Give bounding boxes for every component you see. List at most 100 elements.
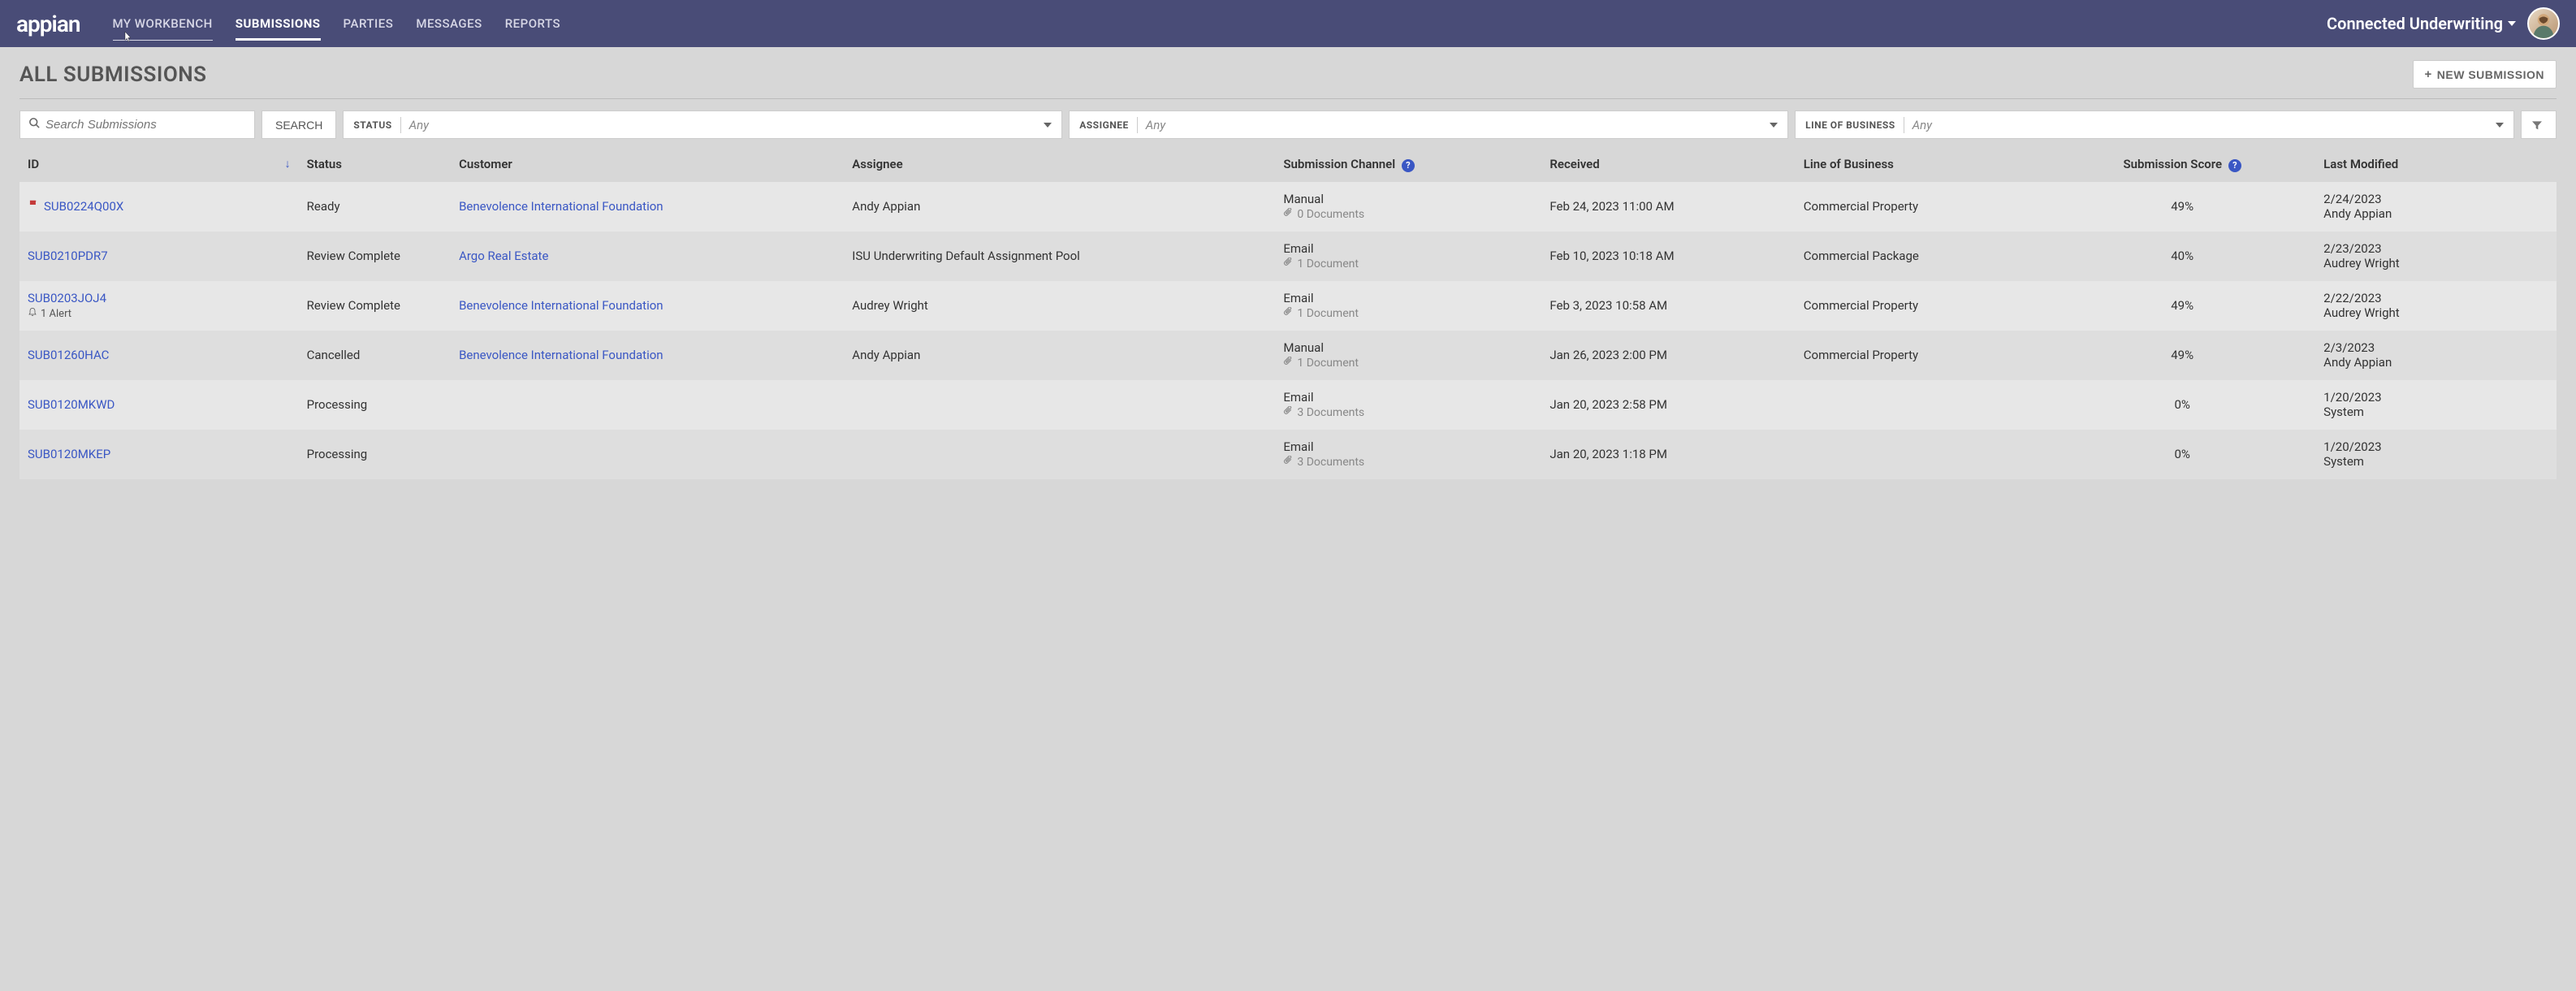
app-title-dropdown[interactable]: Connected Underwriting [2327, 14, 2516, 33]
channel-value: Email [1283, 439, 1533, 454]
search-input[interactable] [41, 111, 246, 138]
logo: appian [16, 11, 80, 37]
col-modified[interactable]: Last Modified [2315, 147, 2557, 182]
lob-cell [1796, 430, 2049, 479]
score-cell: 40% [2049, 232, 2315, 281]
col-assignee[interactable]: Assignee [844, 147, 1275, 182]
col-customer[interactable]: Customer [451, 147, 844, 182]
table-row: SUB0210PDR7Review CompleteArgo Real Esta… [19, 232, 2557, 281]
documents-meta: 1 Document [1283, 307, 1533, 321]
assignee-cell: Audrey Wright [844, 281, 1275, 331]
status-cell: Cancelled [299, 331, 451, 380]
help-icon[interactable]: ? [2228, 159, 2241, 172]
col-channel-label: Submission Channel [1283, 157, 1395, 171]
filter-status[interactable]: STATUS Any [343, 110, 1062, 139]
filter-lob-label: LINE OF BUSINESS [1805, 119, 1895, 131]
col-channel[interactable]: Submission Channel ? [1275, 147, 1541, 182]
main-nav: MY WORKBENCH SUBMISSIONS PARTIES MESSAGE… [113, 0, 561, 47]
filter-bar: SEARCH STATUS Any ASSIGNEE Any LINE OF B… [0, 99, 2576, 147]
nav-my-workbench[interactable]: MY WORKBENCH [113, 0, 213, 47]
bell-icon [28, 307, 37, 320]
documents-meta: 0 Documents [1283, 208, 1533, 222]
paperclip-icon [1283, 406, 1294, 420]
table-row: SUB0120MKEPProcessingEmail3 DocumentsJan… [19, 430, 2557, 479]
submission-id-link[interactable]: SUB0120MKWD [28, 397, 115, 412]
lob-cell [1796, 380, 2049, 430]
paperclip-icon [1283, 456, 1294, 470]
customer-link[interactable]: Benevolence International Foundation [459, 298, 663, 313]
submission-id-link[interactable]: SUB0203JOJ4 [28, 291, 106, 305]
customer-link[interactable]: Benevolence International Foundation [459, 348, 663, 362]
received-cell: Jan 20, 2023 1:18 PM [1541, 430, 1795, 479]
app-title-text: Connected Underwriting [2327, 14, 2503, 33]
lob-cell: Commercial Package [1796, 232, 2049, 281]
col-score[interactable]: Submission Score ? [2049, 147, 2315, 182]
status-cell: Review Complete [299, 281, 451, 331]
flag-icon [28, 199, 39, 214]
col-status[interactable]: Status [299, 147, 451, 182]
channel-value: Manual [1283, 192, 1533, 206]
filter-status-label: STATUS [353, 119, 391, 131]
col-received[interactable]: Received [1541, 147, 1795, 182]
score-cell: 49% [2049, 182, 2315, 232]
new-submission-button[interactable]: + NEW SUBMISSION [2413, 60, 2557, 89]
new-submission-label: NEW SUBMISSION [2437, 68, 2544, 81]
documents-meta: 3 Documents [1283, 456, 1533, 470]
received-cell: Feb 24, 2023 11:00 AM [1541, 182, 1795, 232]
avatar[interactable] [2527, 7, 2560, 40]
filter-assignee[interactable]: ASSIGNEE Any [1069, 110, 1788, 139]
filter-status-value: Any [409, 118, 429, 132]
score-cell: 0% [2049, 380, 2315, 430]
sort-down-icon: ↓ [285, 157, 291, 171]
filter-lob[interactable]: LINE OF BUSINESS Any [1795, 110, 2514, 139]
channel-value: Manual [1283, 340, 1533, 355]
channel-value: Email [1283, 390, 1533, 405]
paperclip-icon [1283, 307, 1294, 321]
nav-submissions[interactable]: SUBMISSIONS [236, 0, 321, 47]
submissions-table: ID ↓ Status Customer Assignee Submission … [19, 147, 2557, 479]
table-row: SUB01260HAC Cancelled Benevolence Internat… [19, 331, 2557, 380]
divider [1137, 117, 1138, 133]
documents-meta: 1 Document [1283, 257, 1533, 271]
filter-more-button[interactable] [2521, 110, 2557, 139]
search-button[interactable]: SEARCH [261, 110, 336, 139]
alert-badge: 1 Alert [28, 307, 291, 320]
page-title: ALL SUBMISSIONS [19, 63, 207, 87]
channel-value: Email [1283, 241, 1533, 256]
documents-meta: 3 Documents [1283, 406, 1533, 420]
table-header-row: ID ↓ Status Customer Assignee Submission … [19, 147, 2557, 182]
received-cell: Jan 20, 2023 2:58 PM [1541, 380, 1795, 430]
modified-cell: 2/22/2023Audrey Wright [2315, 281, 2557, 331]
documents-meta: 1 Document [1283, 357, 1533, 370]
col-lob[interactable]: Line of Business [1796, 147, 2049, 182]
nav-parties[interactable]: PARTIES [344, 0, 394, 47]
lob-cell: Commercial Property [1796, 331, 2049, 380]
received-cell: Feb 10, 2023 10:18 AM [1541, 232, 1795, 281]
score-cell: 0% [2049, 430, 2315, 479]
help-icon[interactable]: ? [1402, 159, 1415, 172]
customer-link[interactable]: Argo Real Estate [459, 249, 548, 263]
score-cell: 49% [2049, 331, 2315, 380]
col-score-label: Submission Score [2123, 157, 2222, 171]
modified-cell: 2/3/2023Andy Appian [2315, 331, 2557, 380]
filter-lob-value: Any [1913, 118, 1932, 132]
submissions-table-wrap: ID ↓ Status Customer Assignee Submission … [0, 147, 2576, 479]
submission-id-link[interactable]: SUB0210PDR7 [28, 249, 108, 263]
filter-assignee-value: Any [1146, 118, 1165, 132]
submission-id-link[interactable]: SUB0224Q00X [44, 199, 123, 214]
customer-link[interactable]: Benevolence International Foundation [459, 199, 663, 214]
submission-id-link[interactable]: SUB01260HAC [28, 348, 109, 362]
plus-icon: + [2425, 67, 2432, 81]
nav-messages[interactable]: MESSAGES [416, 0, 482, 47]
divider [400, 117, 401, 133]
col-id[interactable]: ID ↓ [19, 147, 299, 182]
submission-id-link[interactable]: SUB0120MKEP [28, 447, 110, 461]
nav-reports[interactable]: REPORTS [505, 0, 560, 47]
assignee-cell: ISU Underwriting Default Assignment Pool [844, 232, 1275, 281]
assignee-cell: Andy Appian [844, 331, 1275, 380]
lob-cell: Commercial Property [1796, 281, 2049, 331]
filter-assignee-label: ASSIGNEE [1079, 119, 1129, 131]
modified-cell: 1/20/2023System [2315, 380, 2557, 430]
col-id-label: ID [28, 157, 39, 171]
paperclip-icon [1283, 208, 1294, 222]
